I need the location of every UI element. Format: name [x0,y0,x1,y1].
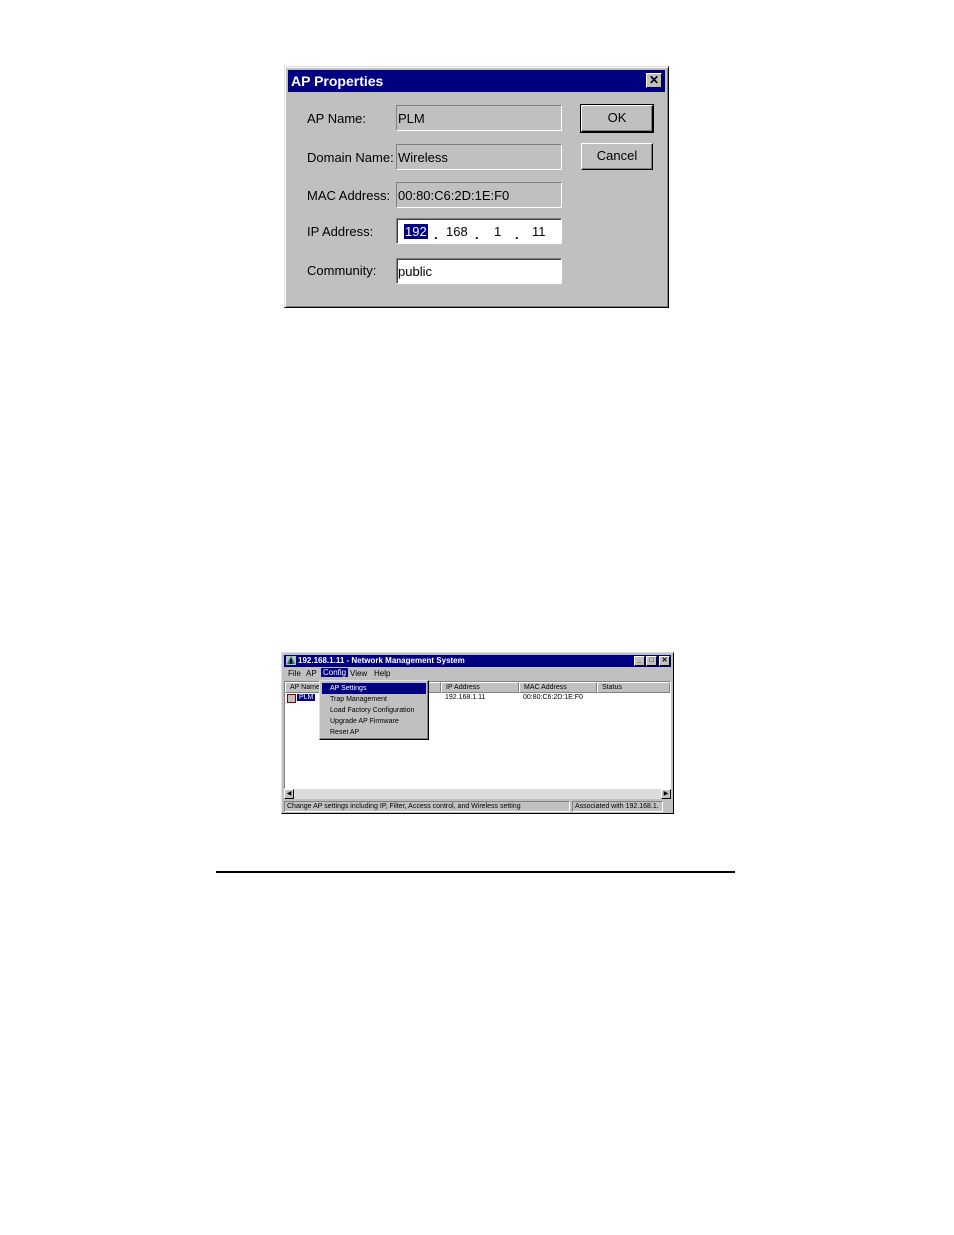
nms-title: 192.168.1.11 - Network Management System [298,656,465,665]
dialog-titlebar[interactable]: AP Properties ✕ [288,70,665,92]
menu-config[interactable]: Config [321,668,349,677]
minimize-icon[interactable]: _ [634,656,645,666]
network-app-icon [286,656,296,665]
ip-octet-1[interactable]: 192 [404,224,428,239]
status-bar: Change AP settings including IP, Filter,… [284,801,671,812]
nms-titlebar[interactable]: 192.168.1.11 - Network Management System… [284,655,671,667]
column-header-status[interactable]: Status [597,682,670,693]
maximize-icon[interactable]: □ [646,656,657,666]
row-ap-name[interactable]: PLM [297,694,316,701]
access-point-icon [287,694,296,703]
column-header-ip-address[interactable]: IP Address [441,682,519,693]
menu-ap[interactable]: AP [306,669,317,678]
close-icon[interactable]: ✕ [659,656,670,666]
ap-name-label: AP Name: [307,111,367,126]
status-message: Change AP settings including IP, Filter,… [284,801,570,812]
nms-window: 192.168.1.11 - Network Management System… [281,652,674,814]
arrow-right-icon[interactable]: ▶ [661,789,671,799]
ip-dot: . [515,227,519,242]
ip-dot: . [434,227,438,242]
row-mac-address: 00:80:C6:2D:1E:F0 [523,694,583,701]
row-ip-address: 192.168.1.11 [445,694,486,701]
arrow-left-icon[interactable]: ◀ [284,789,294,799]
horizontal-rule [216,871,735,873]
domain-name-label: Domain Name: [307,150,394,165]
ip-address-field[interactable]: 192 . 168 . 1 . 11 [396,218,562,244]
menu-item-upgrade-ap-firmware[interactable]: Upgrade AP Firmware [322,716,426,727]
close-icon[interactable]: ✕ [646,73,662,88]
status-connection: Associated with 192.168.1. [572,801,663,812]
ap-name-field: PLM [396,105,562,131]
config-menu-dropdown: AP Settings Trap Management Load Factory… [319,680,429,740]
dialog-title: AP Properties [291,73,384,89]
menu-help[interactable]: Help [374,669,390,678]
ap-properties-dialog: AP Properties ✕ AP Name: PLM Domain Name… [284,66,669,308]
community-field[interactable]: public [396,258,562,284]
ip-address-label: IP Address: [307,224,374,239]
ip-octet-3[interactable]: 1 [494,224,501,239]
community-label: Community: [307,263,377,278]
menu-item-ap-settings[interactable]: AP Settings [322,683,426,694]
domain-name-field: Wireless [396,144,562,170]
menu-view[interactable]: View [350,669,367,678]
menu-item-reset-ap[interactable]: Reset AP [322,727,426,738]
column-header-mac-address[interactable]: MAC Address [519,682,597,693]
ok-button[interactable]: OK [580,104,654,133]
horizontal-scrollbar[interactable]: ◀ ▶ [284,789,671,799]
menu-item-load-factory-configuration[interactable]: Load Factory Configuration [322,705,426,716]
ip-octet-4[interactable]: 11 [532,224,546,239]
mac-address-field: 00:80:C6:2D:1E:F0 [396,182,562,208]
menu-file[interactable]: File [288,669,301,678]
mac-address-label: MAC Address: [307,188,391,203]
ip-octet-2[interactable]: 168 [446,224,468,239]
cancel-button[interactable]: Cancel [581,143,653,170]
ip-dot: . [475,227,479,242]
menu-item-trap-management[interactable]: Trap Management [322,694,426,705]
menu-bar: File AP Config View Help [284,668,671,680]
